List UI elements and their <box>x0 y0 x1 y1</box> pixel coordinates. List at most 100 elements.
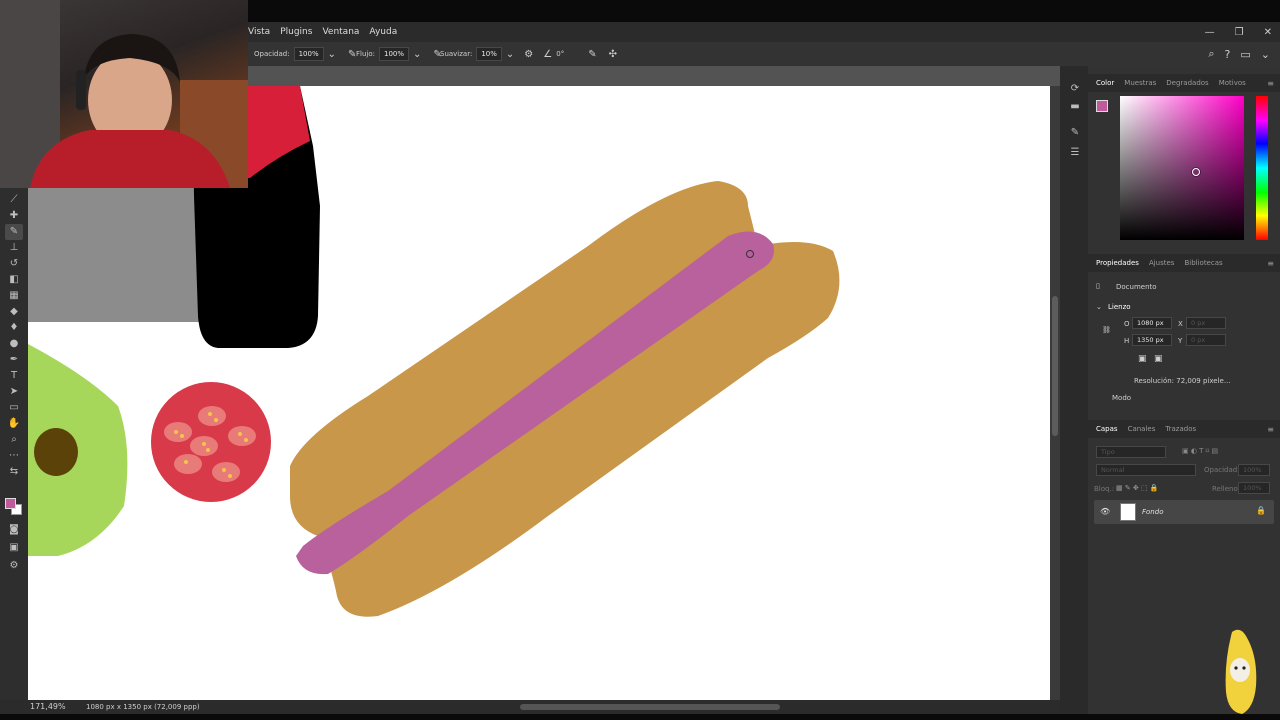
pressure-size-icon[interactable]: ✎ <box>588 49 596 60</box>
width-label: O <box>1124 320 1130 328</box>
panel-menu-icon[interactable]: ≡ <box>1267 425 1274 434</box>
color-picker-marker[interactable] <box>1192 168 1200 176</box>
menu-ayuda[interactable]: Ayuda <box>369 27 397 37</box>
panel-menu-icon[interactable]: ≡ <box>1267 79 1274 88</box>
flow-value[interactable]: 100% <box>379 47 410 61</box>
x-field[interactable]: 0 px <box>1186 317 1226 329</box>
foreground-color-swatch[interactable] <box>5 498 16 509</box>
rectangle-icon[interactable]: ▭ <box>5 400 23 416</box>
gradient-icon[interactable]: ▦ <box>5 288 23 304</box>
chevron-down-icon[interactable]: ⌄ <box>328 49 336 60</box>
maximize-button[interactable]: ❐ <box>1235 27 1244 38</box>
layer-opacity-field[interactable]: 100% <box>1238 464 1270 476</box>
color-saturation-field[interactable] <box>1120 96 1244 240</box>
zoom-level[interactable]: 171,49% <box>30 702 66 711</box>
opacity-value[interactable]: 100% <box>293 47 324 61</box>
flow-control: Flujo: 100% ⌄ ✎ <box>356 42 442 66</box>
lock-icon[interactable]: 🔒 <box>1256 506 1266 515</box>
lock-label: Bloq.: <box>1094 485 1115 493</box>
vertical-scrollbar[interactable] <box>1050 86 1060 700</box>
layer-thumbnail <box>1120 503 1136 521</box>
canvas-section-label: Lienzo <box>1108 303 1131 311</box>
lock-icons[interactable]: ▦ ✎ ✥ ⬚ 🔒 <box>1116 484 1159 492</box>
type-icon[interactable]: T <box>5 368 23 384</box>
pen-icon[interactable]: ✒ <box>5 352 23 368</box>
chevron-down-icon[interactable]: ⌄ <box>1096 303 1102 311</box>
edit-toolbar-icon[interactable]: ⚙ <box>5 558 23 574</box>
opacity-label: Opacidad: <box>254 50 290 58</box>
dodge-icon[interactable]: ● <box>5 336 23 352</box>
landscape-orientation-icon[interactable]: ▣ <box>1154 354 1163 364</box>
zoom-icon[interactable]: ⌕ <box>5 432 23 448</box>
more-tools-icon[interactable]: ⋯ <box>5 448 23 464</box>
link-icon[interactable]: ⛓ <box>1102 326 1111 334</box>
screen-mode-icon[interactable]: ▣ <box>5 540 23 556</box>
menu-ventana[interactable]: Ventana <box>322 27 359 37</box>
layer-filter-input[interactable]: Tipo <box>1096 446 1166 458</box>
hand-icon[interactable]: ✋ <box>5 416 23 432</box>
chevron-down-icon[interactable]: ⌄ <box>1261 48 1270 61</box>
tab-patterns[interactable]: Motivos <box>1219 79 1246 87</box>
layers-panel-tabs: Capas Canales Trazados ≡ <box>1088 420 1280 438</box>
tab-channels[interactable]: Canales <box>1128 425 1156 433</box>
bucket-icon[interactable]: ♦ <box>5 320 23 336</box>
height-field[interactable]: 1350 px <box>1132 334 1172 346</box>
layer-filter-icons[interactable]: ▣ ◐ T ⌑ ▤ <box>1182 447 1218 455</box>
fill-field[interactable]: 100% <box>1238 482 1270 494</box>
menu-plugins[interactable]: Plugins <box>280 27 312 37</box>
status-bar: 171,49% 1080 px x 1350 px (72,009 ppp) <box>0 700 1060 714</box>
chevron-down-icon[interactable]: ⌄ <box>413 49 421 60</box>
quick-mask-icon[interactable]: ◙ <box>5 522 23 538</box>
eye-icon[interactable]: 👁 <box>1100 507 1110 516</box>
healing-icon[interactable]: ✚ <box>5 208 23 224</box>
angle-value[interactable]: 0° <box>556 50 564 58</box>
menu-vista[interactable]: Vista <box>248 27 270 37</box>
stamp-icon[interactable]: ⊥ <box>5 240 23 256</box>
adjust-icon[interactable]: ☰ <box>1068 146 1082 160</box>
tab-adjustments[interactable]: Ajustes <box>1149 259 1175 267</box>
tab-properties[interactable]: Propiedades <box>1096 259 1139 267</box>
window-controls: — ❐ ✕ <box>1205 22 1272 42</box>
eyedropper-icon[interactable]: ⟋ <box>5 192 23 208</box>
history-brush-icon[interactable]: ↺ <box>5 256 23 272</box>
eraser-icon[interactable]: ◧ <box>5 272 23 288</box>
document-label: Documento <box>1116 283 1157 291</box>
layer-row[interactable]: 👁 Fondo 🔒 <box>1094 500 1274 524</box>
tab-swatches[interactable]: Muestras <box>1124 79 1156 87</box>
help-icon[interactable]: ? <box>1225 48 1231 61</box>
layer-opacity-label: Opacidad: <box>1204 466 1240 474</box>
symmetry-icon[interactable]: ✣ <box>609 49 617 60</box>
comments-icon[interactable]: ▬ <box>1068 100 1082 114</box>
scroll-thumb[interactable] <box>1052 296 1058 436</box>
layer-name[interactable]: Fondo <box>1142 508 1163 516</box>
document-icon: ▯ <box>1096 282 1100 290</box>
tab-gradients[interactable]: Degradados <box>1166 79 1208 87</box>
color-panel-foreground-swatch[interactable] <box>1096 100 1108 112</box>
width-field[interactable]: 1080 px <box>1132 317 1172 329</box>
workspace-icon[interactable]: ▭ <box>1240 48 1250 61</box>
portrait-orientation-icon[interactable]: ▣ <box>1138 354 1147 364</box>
panel-menu-icon[interactable]: ≡ <box>1267 259 1274 268</box>
swap-colors-icon[interactable]: ⇆ <box>5 464 23 480</box>
chevron-down-icon[interactable]: ⌄ <box>506 49 514 60</box>
minimize-button[interactable]: — <box>1205 27 1215 38</box>
tab-paths[interactable]: Trazados <box>1165 425 1196 433</box>
tab-layers[interactable]: Capas <box>1096 425 1118 433</box>
smoothing-value[interactable]: 10% <box>476 47 502 61</box>
path-select-icon[interactable]: ➤ <box>5 384 23 400</box>
close-button[interactable]: ✕ <box>1264 27 1272 38</box>
search-icon[interactable]: ⌕ <box>1208 47 1214 61</box>
brush-tool-icon[interactable]: ✎ <box>5 224 23 240</box>
gear-icon[interactable]: ⚙ <box>524 49 533 60</box>
brush-settings-icon[interactable]: ✎ <box>1068 126 1082 140</box>
x-label: X <box>1178 320 1183 328</box>
tab-libraries[interactable]: Bibliotecas <box>1184 259 1222 267</box>
horizontal-scrollbar[interactable] <box>520 704 780 710</box>
tab-color[interactable]: Color <box>1096 79 1114 87</box>
history-icon[interactable]: ⟳ <box>1068 82 1082 96</box>
blend-mode-select[interactable]: Normal <box>1096 464 1196 476</box>
document-info: 1080 px x 1350 px (72,009 ppp) <box>86 703 200 711</box>
hue-slider[interactable] <box>1256 96 1268 240</box>
y-field[interactable]: 0 px <box>1186 334 1226 346</box>
blur-icon[interactable]: ◆ <box>5 304 23 320</box>
